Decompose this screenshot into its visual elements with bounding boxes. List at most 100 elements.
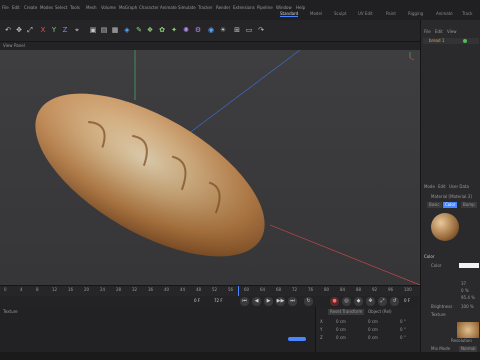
- redo-icon[interactable]: ↷: [256, 25, 266, 35]
- attributes-menu-edit[interactable]: Edit: [438, 184, 446, 190]
- keyframe-icon[interactable]: ◆: [354, 297, 363, 306]
- layout-tab-animate[interactable]: Animate: [436, 11, 453, 16]
- coord-x-pos[interactable]: 0 cm: [336, 319, 346, 325]
- menu-simulate[interactable]: Simulate: [178, 5, 196, 10]
- subdivision-icon[interactable]: ❖: [145, 25, 155, 35]
- tab-basic[interactable]: Basic: [427, 202, 442, 208]
- coord-y-rot[interactable]: 0 °: [400, 327, 406, 333]
- layout-tab-paint[interactable]: Paint: [386, 11, 396, 16]
- coord-z-pos[interactable]: 0 cm: [336, 335, 346, 341]
- object-row[interactable]: bread 1: [423, 38, 479, 44]
- deformer-icon[interactable]: ✦: [169, 25, 179, 35]
- end-frame-field[interactable]: 72 F: [214, 298, 223, 304]
- autokey-icon[interactable]: ◎: [342, 297, 351, 306]
- coord-x-rot[interactable]: 0 °: [400, 319, 406, 325]
- scene-icon[interactable]: ⚙: [193, 25, 203, 35]
- render-settings-icon[interactable]: ▦: [110, 25, 120, 35]
- coord-z-size[interactable]: 0 cm: [368, 335, 378, 341]
- light-icon[interactable]: ☀: [218, 25, 228, 35]
- attributes-menu-user-data[interactable]: User Data: [449, 184, 469, 190]
- scale-icon[interactable]: ⤢: [25, 25, 35, 35]
- menu-extensions[interactable]: Extensions: [233, 5, 255, 10]
- menu-volume[interactable]: Volume: [101, 5, 116, 10]
- coordinate-system-icon[interactable]: ⌖: [72, 25, 82, 35]
- color-v-value[interactable]: 95.4 %: [461, 295, 475, 301]
- coord-y-pos[interactable]: 0 cm: [336, 327, 346, 333]
- rotation-key-icon[interactable]: ↺: [390, 297, 399, 306]
- objects-menu-file[interactable]: File: [424, 29, 431, 35]
- menu-tracker[interactable]: Tracker: [198, 5, 212, 10]
- material-preview[interactable]: [431, 213, 459, 241]
- menu-tools[interactable]: Tools: [70, 5, 80, 10]
- cloner-icon[interactable]: ✿: [157, 25, 167, 35]
- menu-mesh[interactable]: Mesh: [86, 5, 97, 10]
- layout-tab-rigging[interactable]: Rigging: [408, 11, 423, 16]
- menu-animate[interactable]: Animate: [160, 5, 177, 10]
- layout-tab-uv-edit[interactable]: UV Edit: [358, 11, 373, 16]
- render-view-icon[interactable]: ▣: [88, 25, 98, 35]
- loop-icon[interactable]: ↻: [304, 297, 313, 306]
- reset-transform-button[interactable]: Reset Transform: [328, 309, 365, 315]
- visibility-icon[interactable]: [463, 39, 467, 43]
- menu-edit[interactable]: Edit: [12, 5, 20, 10]
- timeline-tick: 16: [68, 287, 74, 292]
- color-s-value[interactable]: 0 %: [461, 288, 469, 294]
- menu-render[interactable]: Render: [216, 5, 230, 10]
- objects-menu-view[interactable]: View: [447, 29, 457, 35]
- attributes-menu-mode[interactable]: Mode: [424, 184, 435, 190]
- layout-tab-track[interactable]: Track: [462, 11, 472, 16]
- menu-character[interactable]: Character: [139, 5, 159, 10]
- play-icon[interactable]: ▶: [264, 297, 273, 306]
- coord-y-size[interactable]: 0 cm: [368, 327, 378, 333]
- color-h-value[interactable]: 37: [461, 281, 466, 287]
- object-name[interactable]: bread 1: [429, 38, 444, 44]
- axis-y-icon[interactable]: Y: [49, 25, 59, 35]
- menu-select[interactable]: Select: [55, 5, 67, 10]
- current-frame-field[interactable]: 0 F: [194, 298, 200, 304]
- render-picture-icon[interactable]: ▤: [99, 25, 109, 35]
- last-frame-icon[interactable]: ⏭: [288, 297, 297, 306]
- 3d-viewport[interactable]: [0, 50, 420, 285]
- menu-window[interactable]: Window: [276, 5, 292, 10]
- menu-help[interactable]: Help: [296, 5, 305, 10]
- x-axis-line: [269, 224, 420, 285]
- layout-tab-model[interactable]: Model: [310, 11, 322, 16]
- cube-icon[interactable]: ◈: [122, 25, 132, 35]
- next-frame-icon[interactable]: ▶▶: [276, 297, 285, 306]
- first-frame-icon[interactable]: ⏮: [240, 297, 249, 306]
- record-icon[interactable]: ●: [330, 297, 339, 306]
- layout-tab-standard[interactable]: Standard: [280, 11, 299, 17]
- prev-frame-icon[interactable]: ◀: [252, 297, 261, 306]
- menu-modes[interactable]: Modes: [40, 5, 53, 10]
- scale-key-icon[interactable]: ⤢: [378, 297, 387, 306]
- camera-icon[interactable]: ◉: [206, 25, 216, 35]
- viewport-menu-view[interactable]: View: [3, 43, 13, 49]
- viewport-menu-panel[interactable]: Panel: [14, 43, 25, 49]
- menu-pipeline[interactable]: Pipeline: [257, 5, 273, 10]
- axis-z-icon[interactable]: Z: [60, 25, 70, 35]
- position-key-icon[interactable]: ✥: [366, 297, 375, 306]
- color-swatch[interactable]: [459, 263, 479, 268]
- menu-mograph[interactable]: MoGraph: [119, 5, 137, 10]
- field-icon[interactable]: ✺: [181, 25, 191, 35]
- undo-icon[interactable]: ↶: [3, 25, 13, 35]
- tab-color[interactable]: Color: [443, 202, 458, 208]
- move-icon[interactable]: ✥: [14, 25, 24, 35]
- layout-tab-sculpt[interactable]: Sculpt: [334, 11, 347, 16]
- scrollbar[interactable]: [288, 337, 306, 341]
- coord-mode-select[interactable]: Object (Rel): [368, 309, 392, 315]
- axis-x-icon[interactable]: X: [38, 25, 48, 35]
- menu-create[interactable]: Create: [24, 5, 37, 10]
- coord-x-size[interactable]: 0 cm: [368, 319, 378, 325]
- menu-file[interactable]: File: [2, 5, 9, 10]
- coord-z-rot[interactable]: 0 °: [400, 335, 406, 341]
- texture-preview[interactable]: [457, 322, 479, 338]
- objects-menu-edit[interactable]: Edit: [435, 29, 443, 35]
- tab-bump[interactable]: Bump: [461, 202, 477, 208]
- snap-icon[interactable]: ⊞: [232, 25, 242, 35]
- brightness-value[interactable]: 100 %: [461, 304, 474, 310]
- workplane-icon[interactable]: ▭: [244, 25, 254, 35]
- timeline-tick: 96: [388, 287, 394, 292]
- timeline-tick: 72: [292, 287, 298, 292]
- pen-icon[interactable]: ✎: [134, 25, 144, 35]
